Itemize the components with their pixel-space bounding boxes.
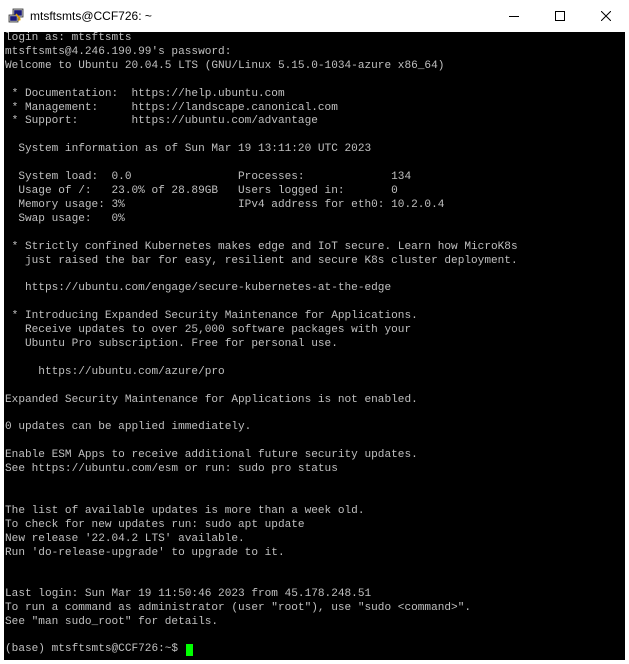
- terminal-line: https://ubuntu.com/azure/pro: [5, 365, 225, 378]
- terminal-line: See "man sudo_root" for details.: [5, 616, 219, 629]
- title-bar[interactable]: mtsftsmts@CCF726: ~: [0, 0, 629, 32]
- command-prompt[interactable]: (base) mtsftsmts@CCF726:~$: [5, 643, 193, 657]
- terminal-line: * Management: https://landscape.canonica…: [5, 101, 338, 114]
- terminal-line: See https://ubuntu.com/esm or run: sudo …: [5, 463, 338, 476]
- terminal-line: Receive updates to over 25,000 software …: [5, 324, 412, 337]
- window-title: mtsftsmts@CCF726: ~: [30, 9, 152, 23]
- terminal-line: Welcome to Ubuntu 20.04.5 LTS (GNU/Linux…: [5, 59, 445, 72]
- terminal-line: Swap usage: 0%: [5, 212, 125, 225]
- terminal-line: * Introducing Expanded Security Maintena…: [5, 310, 418, 323]
- terminal-line: * Strictly confined Kubernetes makes edg…: [5, 240, 518, 253]
- terminal-line: System load: 0.0 Processes: 134: [5, 171, 412, 184]
- terminal-line: https://ubuntu.com/engage/secure-kuberne…: [5, 282, 392, 295]
- terminal-line: System information as of Sun Mar 19 13:1…: [5, 143, 372, 156]
- terminal-line: Usage of /: 23.0% of 28.89GB Users logge…: [5, 184, 398, 197]
- terminal-line: Memory usage: 3% IPv4 address for eth0: …: [5, 198, 445, 211]
- terminal-line: mtsftsmts@4.246.190.99's password:: [5, 45, 232, 58]
- minimize-icon: [509, 16, 519, 17]
- terminal-line: To run a command as administrator (user …: [5, 602, 472, 615]
- putty-icon[interactable]: [8, 8, 24, 24]
- terminal-line: login as: mtsftsmts: [5, 32, 132, 44]
- terminal-line: 0 updates can be applied immediately.: [5, 421, 252, 434]
- terminal-line: * Support: https://ubuntu.com/advantage: [5, 115, 318, 128]
- text-cursor: [185, 643, 193, 656]
- close-icon: [601, 11, 611, 21]
- minimize-button[interactable]: [491, 0, 537, 32]
- terminal-screen[interactable]: login as: mtsftsmts mtsftsmts@4.246.190.…: [4, 32, 625, 660]
- terminal-line: To check for new updates run: sudo apt u…: [5, 518, 305, 531]
- terminal-line: Ubuntu Pro subscription. Free for person…: [5, 337, 338, 350]
- close-button[interactable]: [583, 0, 629, 32]
- terminal-line: Expanded Security Maintenance for Applic…: [5, 393, 418, 406]
- terminal-line: Last login: Sun Mar 19 11:50:46 2023 fro…: [5, 588, 372, 601]
- maximize-button[interactable]: [537, 0, 583, 32]
- terminal-line: just raised the bar for easy, resilient …: [5, 254, 518, 267]
- window-right-edge: [625, 32, 629, 660]
- prompt-text: (base) mtsftsmts@CCF726:~$: [5, 643, 185, 655]
- terminal-line: The list of available updates is more th…: [5, 504, 365, 517]
- terminal-line: Enable ESM Apps to receive additional fu…: [5, 449, 418, 462]
- terminal-line: Run 'do-release-upgrade' to upgrade to i…: [5, 546, 285, 559]
- terminal-output: login as: mtsftsmts mtsftsmts@4.246.190.…: [5, 32, 518, 644]
- terminal-line: New release '22.04.2 LTS' available.: [5, 532, 245, 545]
- terminal-line: * Documentation: https://help.ubuntu.com: [5, 87, 285, 100]
- terminal-window: mtsftsmts@CCF726: ~ login as: mtsftsmts …: [0, 0, 629, 664]
- maximize-icon: [555, 11, 565, 21]
